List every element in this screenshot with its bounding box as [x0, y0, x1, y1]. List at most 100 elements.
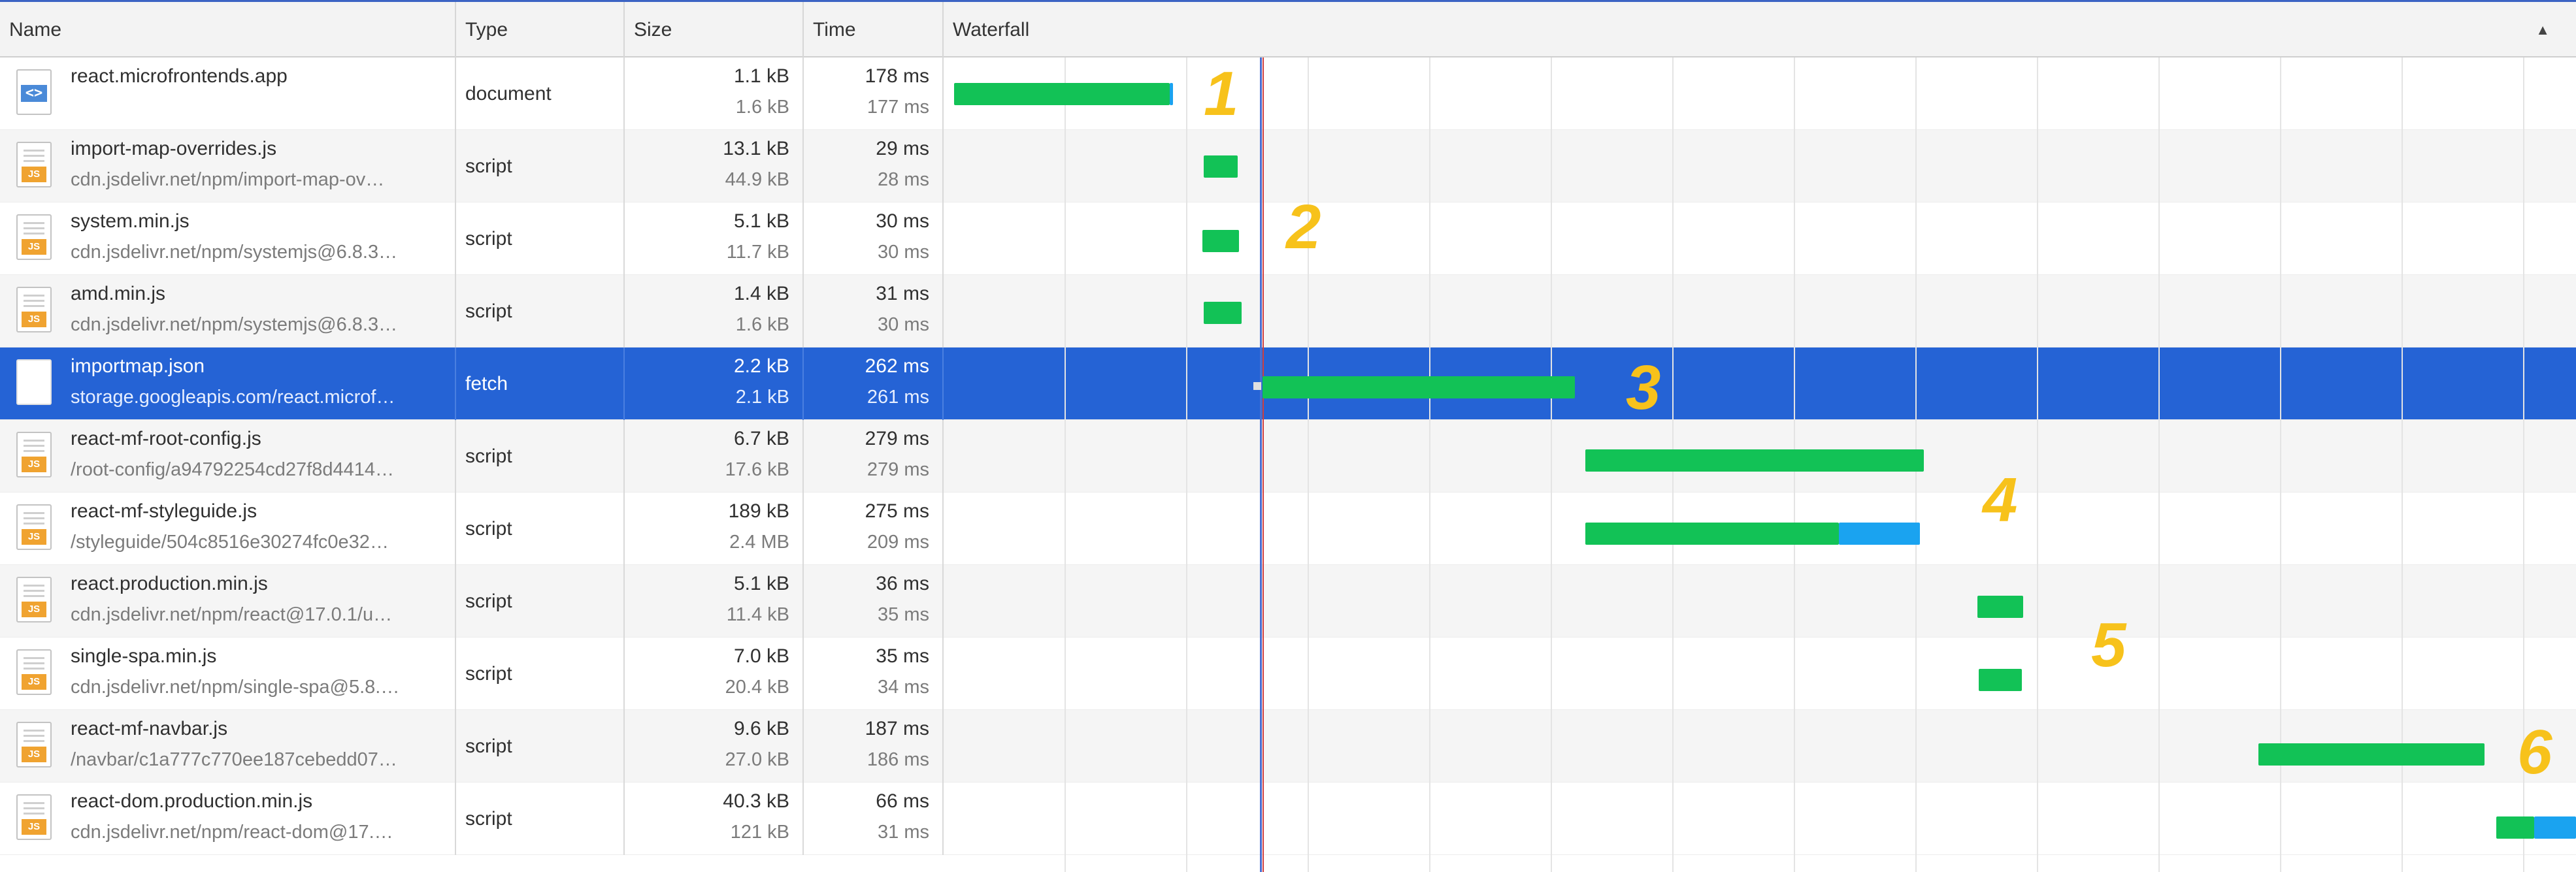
request-path: cdn.jsdelivr.net/npm/react@17.0.1/u…	[71, 604, 393, 625]
waterfall-bar-waiting[interactable]	[1977, 596, 2023, 618]
request-path: cdn.jsdelivr.net/npm/single-spa@5.8.…	[71, 677, 400, 698]
waterfall-cell	[944, 130, 2576, 202]
request-type: script	[465, 300, 512, 322]
size-cell: 5.1 kB 11.7 kB	[625, 202, 804, 275]
name-cell: importmap.json storage.googleapis.com/re…	[0, 347, 456, 420]
js-file-icon: JS	[16, 214, 52, 260]
request-type: script	[465, 590, 512, 612]
js-file-icon: JS	[16, 287, 52, 332]
table-header: Name Type Size Time Waterfall ▲	[0, 0, 2576, 57]
latency-time: 30 ms	[878, 242, 929, 263]
waterfall-gridline	[1186, 57, 1187, 872]
time-cell: 275 ms 209 ms	[804, 493, 944, 565]
name-cell: JS react-dom.production.min.js cdn.jsdel…	[0, 783, 456, 855]
waterfall-bar-waiting[interactable]	[1202, 230, 1239, 252]
waterfall-bar-waiting[interactable]	[1204, 155, 1238, 178]
total-time: 66 ms	[876, 790, 929, 812]
waterfall-bar-waiting[interactable]	[1204, 302, 1242, 324]
latency-time: 186 ms	[867, 749, 929, 770]
annotation-number: 5	[2091, 610, 2126, 680]
latency-time: 261 ms	[867, 387, 929, 408]
waterfall-bar-waiting[interactable]	[1585, 449, 1924, 472]
annotation-number: 3	[1626, 353, 1661, 423]
waterfall-cell	[944, 638, 2576, 710]
request-type: script	[465, 663, 512, 685]
transferred-size: 1.4 kB	[733, 283, 789, 304]
time-cell: 31 ms 30 ms	[804, 275, 944, 347]
js-file-icon: JS	[16, 432, 52, 477]
latency-time: 30 ms	[878, 314, 929, 335]
waterfall-cell	[944, 347, 2576, 420]
request-name: import-map-overrides.js	[71, 138, 277, 159]
waterfall-bar-download[interactable]	[1170, 83, 1173, 105]
size-cell: 1.1 kB 1.6 kB	[625, 57, 804, 130]
time-cell: 30 ms 30 ms	[804, 202, 944, 275]
column-header-size[interactable]: Size	[625, 2, 804, 57]
waterfall-bar-waiting[interactable]	[1263, 376, 1575, 398]
waterfall-gridline	[1065, 57, 1066, 872]
waterfall-cell	[944, 202, 2576, 275]
request-path: /root-config/a94792254cd27f8d4414…	[71, 459, 394, 480]
waterfall-gridline	[1429, 57, 1430, 872]
waterfall-bar-waiting[interactable]	[1585, 523, 1839, 545]
transferred-size: 40.3 kB	[723, 790, 789, 812]
table-row[interactable]: JS single-spa.min.js cdn.jsdelivr.net/np…	[0, 638, 2576, 710]
table-row[interactable]: JS amd.min.js cdn.jsdelivr.net/npm/syste…	[0, 275, 2576, 347]
time-cell: 36 ms 35 ms	[804, 565, 944, 638]
name-cell: JS amd.min.js cdn.jsdelivr.net/npm/syste…	[0, 275, 456, 347]
time-cell: 262 ms 261 ms	[804, 347, 944, 420]
request-name: react-mf-root-config.js	[71, 428, 261, 449]
latency-time: 28 ms	[878, 169, 929, 190]
column-header-type[interactable]: Type	[456, 2, 625, 57]
js-icon-glyph: JS	[22, 747, 46, 762]
time-cell: 178 ms 177 ms	[804, 57, 944, 130]
table-row[interactable]: JS react-dom.production.min.js cdn.jsdel…	[0, 783, 2576, 855]
js-icon-glyph: JS	[22, 239, 46, 255]
table-row[interactable]: JS react-mf-styleguide.js /styleguide/50…	[0, 493, 2576, 565]
html-document-icon: <>	[16, 69, 52, 115]
name-cell: JS system.min.js cdn.jsdelivr.net/npm/sy…	[0, 202, 456, 275]
waterfall-bar-queueing	[1253, 382, 1261, 390]
request-type: script	[465, 808, 512, 830]
transferred-size: 2.2 kB	[733, 355, 789, 377]
column-header-waterfall[interactable]: Waterfall	[944, 2, 2576, 57]
annotation-number: 1	[1204, 59, 1239, 129]
column-header-time[interactable]: Time	[804, 2, 944, 57]
resource-size: 11.7 kB	[726, 242, 789, 263]
type-cell: fetch	[456, 347, 625, 420]
request-type: script	[465, 155, 512, 177]
waterfall-bar-waiting[interactable]	[2496, 816, 2534, 839]
request-name: react-mf-styleguide.js	[71, 500, 257, 522]
waterfall-bar-waiting[interactable]	[954, 83, 1170, 105]
request-path: cdn.jsdelivr.net/npm/import-map-ov…	[71, 169, 385, 190]
table-row[interactable]: <> react.microfrontends.app document 1.1…	[0, 57, 2576, 130]
waterfall-gridline	[2158, 57, 2160, 872]
load-event-marker	[1263, 57, 1264, 872]
waterfall-bar-waiting[interactable]	[1979, 669, 2022, 691]
request-name: react-mf-navbar.js	[71, 718, 228, 739]
name-cell: JS react-mf-styleguide.js /styleguide/50…	[0, 493, 456, 565]
resource-size: 17.6 kB	[725, 459, 789, 480]
request-name: system.min.js	[71, 210, 190, 232]
request-path: /styleguide/504c8516e30274fc0e32…	[71, 532, 389, 553]
request-type: fetch	[465, 373, 508, 395]
type-cell: script	[456, 420, 625, 493]
total-time: 275 ms	[865, 500, 929, 522]
table-row[interactable]: JS react.production.min.js cdn.jsdelivr.…	[0, 565, 2576, 638]
table-row[interactable]: JS react-mf-root-config.js /root-config/…	[0, 420, 2576, 493]
type-cell: script	[456, 565, 625, 638]
request-path: cdn.jsdelivr.net/npm/react-dom@17.…	[71, 822, 393, 843]
waterfall-bar-download[interactable]	[2534, 816, 2576, 839]
table-row[interactable]: JS react-mf-navbar.js /navbar/c1a777c770…	[0, 710, 2576, 783]
size-cell: 2.2 kB 2.1 kB	[625, 347, 804, 420]
column-header-name[interactable]: Name	[0, 2, 456, 57]
sort-ascending-icon[interactable]: ▲	[2535, 2, 2550, 57]
latency-time: 35 ms	[878, 604, 929, 625]
request-type: script	[465, 228, 512, 250]
size-cell: 40.3 kB 121 kB	[625, 783, 804, 855]
waterfall-bar-waiting[interactable]	[2258, 743, 2485, 766]
js-file-icon: JS	[16, 142, 52, 187]
waterfall-bar-download[interactable]	[1839, 523, 1920, 545]
time-cell: 187 ms 186 ms	[804, 710, 944, 783]
total-time: 29 ms	[876, 138, 929, 159]
